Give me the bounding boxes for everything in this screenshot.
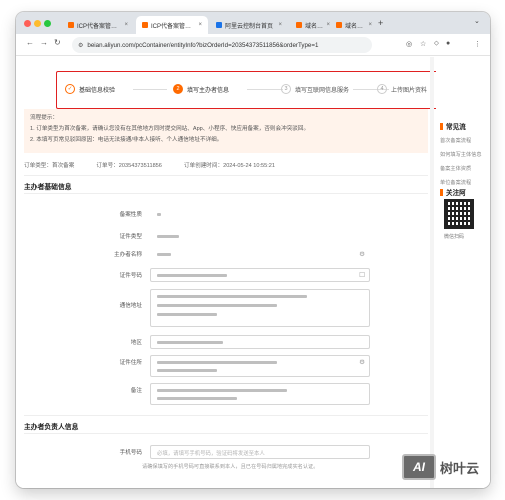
divider — [24, 415, 428, 416]
process-notice: 流程提示： 1. 订单类型为首次备案，请确认您没有在其他地方同时提交网站、App… — [24, 109, 428, 153]
section-basic-title: 主办者基础信息 — [24, 184, 72, 191]
form-row-cert-address: 证件住所 ⚙ — [24, 355, 428, 379]
browser-menu-icon[interactable]: ⋮ — [474, 40, 481, 48]
step-internet-service: 3 填写互联网信息服务 — [281, 84, 349, 94]
step-progress: ✓ 基础信息校验 2 填写主办者信息 3 填写互联网信息服务 4 上传图片资料 — [56, 71, 448, 109]
faq-link[interactable]: 单位备案流程 — [440, 179, 471, 186]
step-connector — [133, 89, 167, 90]
field-label: 证件住所 — [119, 360, 142, 366]
faq-link[interactable]: 如何填写主体信息 — [440, 151, 482, 158]
watermark: AI 树叶云 — [402, 454, 479, 480]
aliyun-favicon-icon — [216, 22, 222, 28]
aliyun-favicon-icon — [296, 22, 302, 28]
remark-input[interactable] — [150, 383, 370, 405]
tab-bar: ICP代备案管理系统 × ICP代备案管理系统 × 阿里云控制台首页 × 域名控… — [16, 12, 490, 34]
nature-value — [150, 207, 370, 221]
field-label: 地区 — [130, 340, 142, 346]
tab-icp-2[interactable]: ICP代备案管理系统 × — [136, 16, 208, 34]
page-content: ✓ 基础信息校验 2 填写主办者信息 3 填写互联网信息服务 4 上传图片资料 — [16, 57, 490, 488]
order-no-label: 订单号： — [96, 163, 119, 169]
notice-item: 2. 本填写页常见驳回原因：电话无法接通/非本人接听、个人通信地址不详细。 — [30, 137, 223, 143]
divider — [24, 175, 428, 176]
watermark-text: 树叶云 — [440, 460, 480, 476]
close-tab-icon[interactable]: × — [124, 22, 128, 28]
order-created-label: 订单创建时间： — [183, 163, 224, 169]
maximize-window-button[interactable] — [44, 20, 51, 27]
browser-toolbar: ← → ↻ ⚙ beian.aliyun.com/pcContainer/ent… — [16, 34, 490, 56]
step-upload-images: 4 上传图片资料 — [377, 84, 427, 94]
field-label: 证件号码 — [119, 273, 142, 279]
follow-title: 关注阿 — [440, 187, 466, 197]
url-text: beian.aliyun.com/pcContainer/entityInfo?… — [87, 41, 319, 49]
faq-title: 常见流 — [440, 121, 466, 131]
tab-domain-2[interactable]: 域名控制台 × — [330, 16, 378, 34]
bookmark-star-icon[interactable]: ☆ — [420, 40, 426, 48]
phone-hint: 请确保填写的手机号码可直接联系到本人，且已在号码归属地完成实名认证。 — [142, 464, 319, 470]
form-row-remark: 备注 — [24, 383, 428, 407]
wechat-qr-code — [444, 199, 474, 229]
owner-name-value: ⚙ — [150, 247, 370, 261]
qr-caption: 微信扫码 — [444, 234, 465, 240]
order-no-value: 20354373511856 — [118, 163, 162, 169]
close-tab-icon[interactable]: × — [278, 22, 282, 28]
phone-input[interactable]: 必填，请填写手机号码，验证码将发送至本人 — [150, 445, 370, 459]
address-input[interactable] — [150, 289, 370, 327]
info-icon[interactable]: ⚙ — [359, 358, 365, 366]
order-type-value: 首次备案 — [51, 163, 75, 169]
tab-menu-icon[interactable]: ⌄ — [474, 17, 480, 25]
aliyun-favicon-icon — [336, 22, 342, 28]
main-panel: ✓ 基础信息校验 2 填写主办者信息 3 填写互联网信息服务 4 上传图片资料 — [16, 57, 448, 488]
step-connector — [247, 89, 283, 90]
faq-link[interactable]: 首次备案流程 — [440, 137, 471, 144]
aliyun-favicon-icon — [142, 22, 148, 28]
field-label: 通信地址 — [119, 303, 142, 309]
notice-title: 流程提示： — [30, 115, 58, 121]
back-icon[interactable]: ← — [26, 38, 34, 47]
right-help-panel: 常见流 首次备案流程 如何填写主体信息 备案主体资质 单位备案流程 关注阿 微信… — [436, 57, 490, 488]
extension-icon[interactable]: ⬦ — [434, 40, 439, 48]
order-type-label: 订单类型： — [24, 163, 52, 169]
section-responsible-title: 主办者负责人信息 — [24, 424, 79, 431]
order-created-value: 2024-05-24 10:55:21 — [223, 163, 276, 169]
address-bar[interactable]: ⚙ beian.aliyun.com/pcContainer/entityInf… — [72, 37, 372, 53]
tab-icp-1[interactable]: ICP代备案管理系统 × — [62, 16, 134, 34]
forward-icon[interactable]: → — [40, 38, 48, 47]
profile-icon[interactable]: ● — [446, 40, 450, 47]
divider — [24, 193, 428, 194]
field-label: 证件类型 — [119, 234, 142, 240]
reload-icon[interactable]: ↻ — [54, 38, 61, 47]
aliyun-favicon-icon — [68, 22, 74, 28]
step-owner-info: 2 填写主办者信息 — [173, 84, 229, 94]
field-label: 备注 — [130, 388, 142, 394]
cert-type-value — [150, 229, 370, 243]
field-label: 备案性质 — [119, 212, 142, 218]
field-label: 手机号码 — [119, 450, 142, 456]
info-icon[interactable]: ⚙ — [359, 250, 365, 258]
form-row-address: 通信地址 — [24, 289, 428, 329]
check-icon: ✓ — [65, 84, 75, 94]
cert-no-input[interactable]: ☐ — [150, 268, 370, 282]
site-info-icon[interactable]: ⚙ — [78, 42, 83, 49]
scrollbar[interactable] — [430, 57, 434, 488]
checkbox-icon[interactable]: ☐ — [359, 271, 365, 279]
minimize-window-button[interactable] — [34, 20, 41, 27]
divider — [24, 433, 428, 434]
step-basic-check: ✓ 基础信息校验 — [65, 84, 115, 94]
notice-item: 1. 订单类型为首次备案，请确认您没有在其他地方同时提交网站、App、小程序、快… — [30, 126, 310, 132]
area-select[interactable] — [150, 335, 370, 349]
faq-link[interactable]: 备案主体资质 — [440, 165, 471, 172]
close-tab-icon[interactable]: × — [368, 22, 372, 28]
hide-eye-icon[interactable]: ◎ — [406, 40, 412, 48]
cert-address-input[interactable]: ⚙ — [150, 355, 370, 377]
new-tab-icon[interactable]: + — [378, 18, 383, 28]
watermark-logo: AI — [402, 454, 436, 480]
close-tab-icon[interactable]: × — [198, 22, 202, 28]
order-info: 订单类型：首次备案 订单号：20354373511856 订单创建时间：2024… — [24, 157, 428, 173]
field-label: 主办者名称 — [114, 252, 142, 258]
browser-window: ICP代备案管理系统 × ICP代备案管理系统 × 阿里云控制台首页 × 域名控… — [16, 12, 490, 488]
close-window-button[interactable] — [24, 20, 31, 27]
tab-console[interactable]: 阿里云控制台首页 × — [210, 16, 288, 34]
phone-placeholder: 必填，请填写手机号码，验证码将发送至本人 — [157, 451, 265, 457]
